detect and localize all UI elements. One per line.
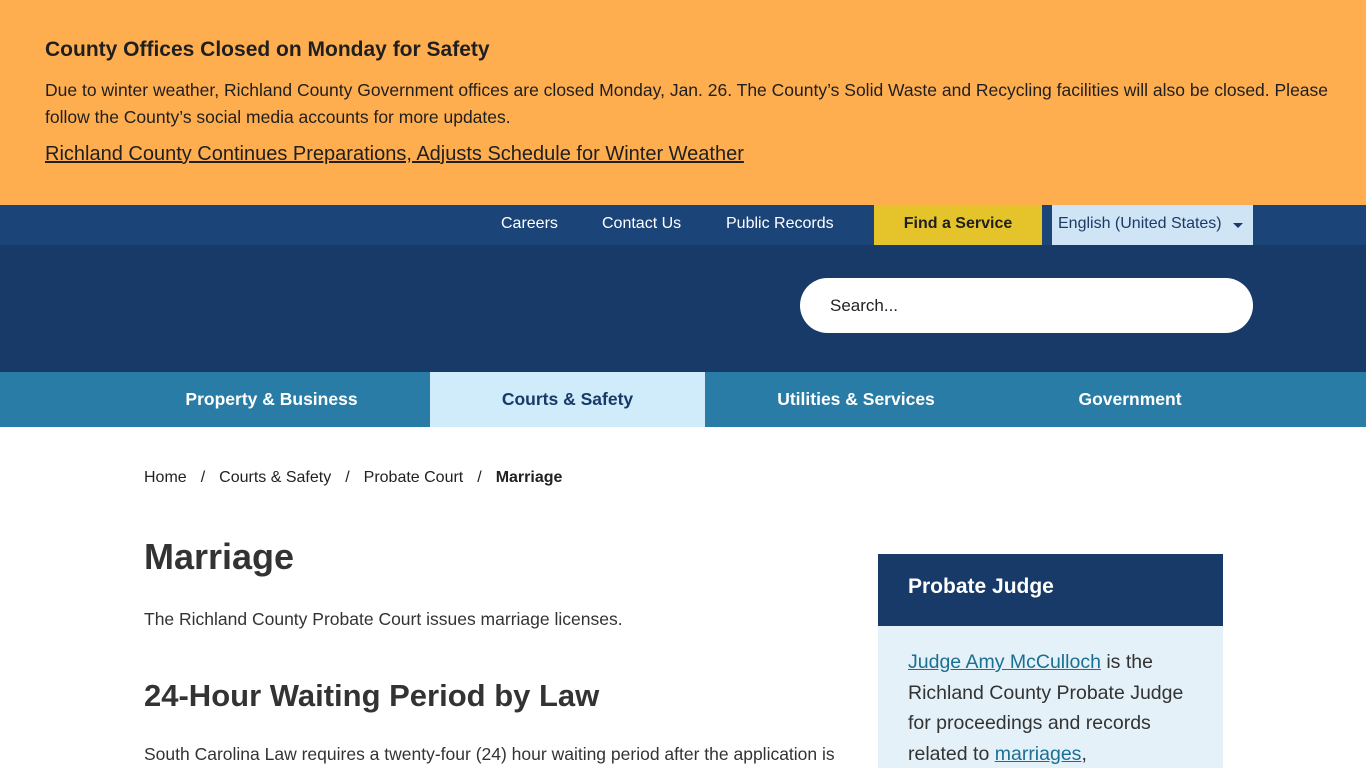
main-nav: Property & Business Courts & Safety Util…	[0, 372, 1366, 427]
intro-paragraph: The Richland County Probate Court issues…	[144, 609, 623, 629]
breadcrumb-probate-court[interactable]: Probate Court	[364, 469, 464, 486]
probate-judge-card: Probate Judge Judge Amy McCulloch is the…	[878, 554, 1223, 768]
careers-link[interactable]: Careers	[501, 205, 558, 245]
nav-property-business[interactable]: Property & Business	[140, 372, 403, 427]
judge-link[interactable]: Judge Amy McCulloch	[908, 651, 1101, 673]
waiting-period-heading: 24-Hour Waiting Period by Law	[144, 678, 600, 713]
breadcrumb: Home / Courts & Safety / Probate Court / Marri…	[144, 469, 562, 487]
alert-banner: County Offices Closed on Monday for Safe…	[0, 0, 1366, 205]
card-text-end: ,	[1081, 742, 1087, 765]
find-a-service-button[interactable]: Find a Service	[874, 205, 1042, 245]
breadcrumb-separator: /	[345, 469, 350, 486]
page-title: Marriage	[144, 536, 295, 577]
card-title: Probate Judge	[908, 575, 1054, 598]
breadcrumb-courts-safety[interactable]: Courts & Safety	[219, 469, 331, 486]
breadcrumb-home[interactable]: Home	[144, 469, 187, 486]
search-input[interactable]	[800, 278, 1253, 333]
caret-down-icon	[1233, 223, 1243, 228]
language-select[interactable]: English (United States)	[1052, 205, 1253, 245]
alert-title: County Offices Closed on Monday for Safe…	[45, 38, 490, 61]
language-select-value: English (United States)	[1058, 215, 1222, 232]
marriages-link[interactable]: marriages	[995, 743, 1082, 765]
contact-us-link[interactable]: Contact Us	[602, 205, 681, 245]
breadcrumb-separator: /	[200, 469, 206, 486]
public-records-link[interactable]: Public Records	[726, 205, 834, 245]
nav-utilities-services[interactable]: Utilities & Services	[732, 372, 980, 427]
utility-nav: Careers Contact Us Public Records Find a…	[0, 205, 1366, 245]
alert-body: Due to winter weather, Richland County G…	[45, 80, 1329, 127]
alert-link[interactable]: Richland County Continues Preparations, …	[45, 143, 744, 166]
nav-courts-safety[interactable]: Courts & Safety	[430, 372, 705, 427]
site-header	[0, 245, 1366, 372]
waiting-period-paragraph: South Carolina Law requires a twenty-fou…	[144, 744, 835, 764]
card-body: Judge Amy McCulloch is the Richland Coun…	[908, 647, 1198, 768]
nav-government[interactable]: Government	[1060, 372, 1200, 427]
card-header: Probate Judge	[878, 554, 1223, 626]
breadcrumb-separator: /	[477, 469, 482, 486]
breadcrumb-current: Marriage	[495, 469, 563, 486]
